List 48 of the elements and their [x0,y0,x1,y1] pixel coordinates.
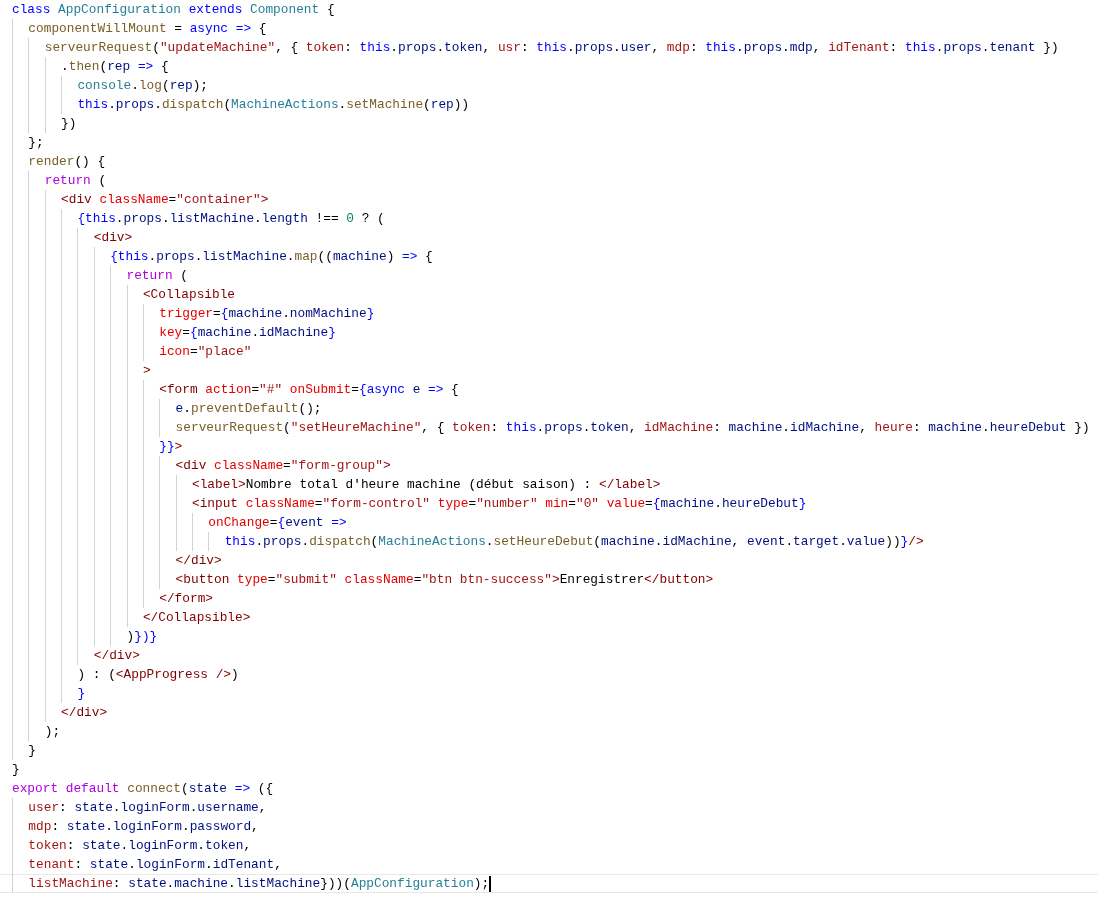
code-line: {this.props.listMachine.length !== 0 ? ( [12,209,385,228]
code-line: }}> [12,437,183,456]
code-line: <input className="form-control" type="number" min="0" value={machine.heureDebut} [12,494,807,513]
code-line: </div> [12,551,222,570]
code-line: onChange={event => [12,513,347,532]
code-line: componentWillMount = async => { [12,19,267,38]
code-line: export default connect(state => ({ [12,780,274,797]
code-line: return ( [12,171,107,190]
code-line: </div> [12,703,108,722]
code-line: }) [12,114,77,133]
code-line: .then(rep => { [12,57,169,76]
code-line: render() { [12,152,106,171]
code-line: serveurRequest("updateMachine", { token: this.props.token, usr: this.props.user, mdp: this.props.mdp, idTenant: this.props.tenant }) [12,38,1059,57]
code-line: class AppConfiguration extends Component { [12,1,335,18]
code-line: } [12,684,86,703]
code-line: <div className="form-group"> [12,456,391,475]
code-line: } [12,761,20,778]
code-line: e.preventDefault(); [12,399,322,418]
code-line: user: state.loginForm.username, [12,798,267,817]
code-line: mdp: state.loginForm.password, [12,817,259,836]
code-line: ) : (<AppProgress />) [12,665,239,684]
code-line: <label>Nombre total d'heure machine (début saison) : </label> [12,475,661,494]
code-line: <div> [12,228,133,247]
code-line: listMachine: state.machine.listMachine}))(AppConfiguration); [12,874,490,893]
code-line: trigger={machine.nomMachine} [12,304,375,323]
code-line: token: state.loginForm.token, [12,836,252,855]
code-line: this.props.dispatch(MachineActions.setHeureDebut(machine.idMachine, event.target.value))}/> [12,532,924,551]
code-line: </div> [12,646,140,665]
code-line: return ( [12,266,188,285]
code-line: this.props.dispatch(MachineActions.setMachine(rep)) [12,95,470,114]
code-line: }; [12,133,44,152]
code-line: <form action="#" onSubmit={async e => { [12,380,459,399]
code-line: )})} [12,627,158,646]
code-line: } [12,741,37,760]
code-line: <button type="submit" className="btn btn-success">Enregistrer</button> [12,570,714,589]
code-line: {this.props.listMachine.map((machine) => { [12,247,433,266]
code-line: <Collapsible [12,285,236,304]
code-line: > [12,361,151,380]
code-line: icon="place" [12,342,252,361]
code-line: console.log(rep); [12,76,209,95]
code-line: serveurRequest("setHeureMachine", { token: this.props.token, idMachine: machine.idMachine, heure: machine.heureDebut }) [12,418,1090,437]
code-line: key={machine.idMachine} [12,323,336,342]
code-line: tenant: state.loginForm.idTenant, [12,855,282,874]
code-line: ); [12,722,61,741]
code-line: </Collapsible> [12,608,251,627]
text-cursor [489,875,492,892]
code-line: </form> [12,589,213,608]
code-line: <div className="container"> [12,190,269,209]
